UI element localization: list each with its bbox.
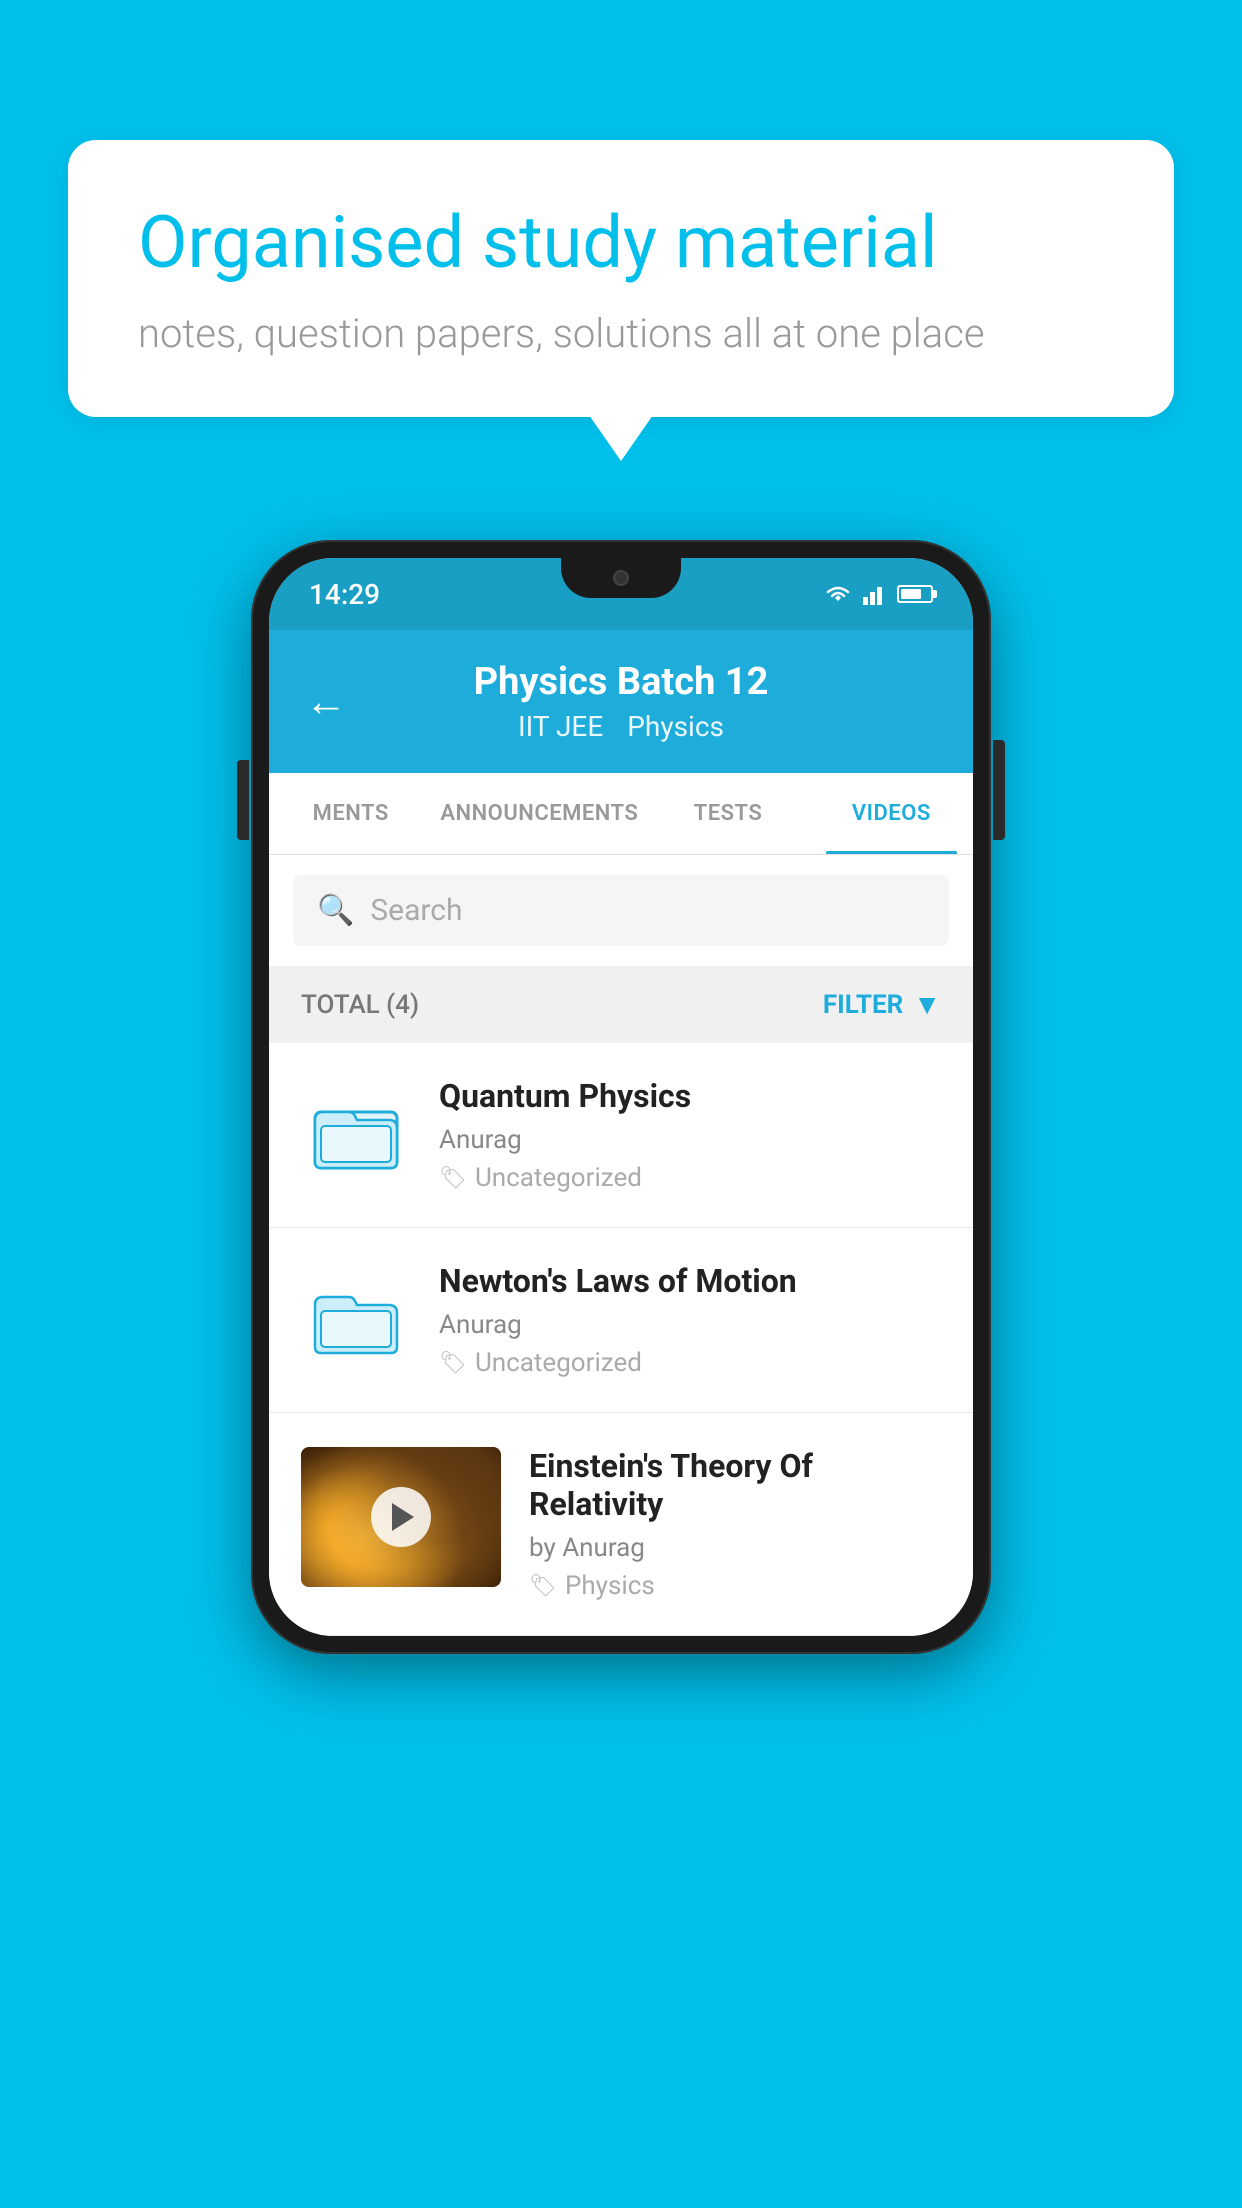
video-info-einstein: Einstein's Theory Of Relativity by Anura… — [529, 1447, 941, 1601]
video-title-einstein: Einstein's Theory Of Relativity — [529, 1447, 941, 1523]
tag-label-quantum: Uncategorized — [475, 1163, 642, 1193]
folder-icon-2 — [313, 1274, 399, 1360]
tag-label-einstein: Physics — [565, 1571, 655, 1601]
video-tag-newton: 🏷 Uncategorized — [439, 1348, 941, 1378]
tab-announcements[interactable]: ANNOUNCEMENTS — [432, 773, 646, 854]
phone-device: 14:29 — [251, 540, 991, 1654]
video-author-quantum: Anurag — [439, 1125, 941, 1155]
video-title-quantum: Quantum Physics — [439, 1077, 941, 1115]
wifi-icon — [823, 583, 853, 605]
battery-fill — [901, 589, 921, 599]
video-title-newton: Newton's Laws of Motion — [439, 1262, 941, 1300]
filter-icon: ▼ — [913, 988, 941, 1021]
video-item-einstein[interactable]: Einstein's Theory Of Relativity by Anura… — [269, 1413, 973, 1636]
video-item-newton[interactable]: Newton's Laws of Motion Anurag 🏷 Uncateg… — [269, 1228, 973, 1413]
tag-icon-3: 🏷 — [529, 1574, 557, 1599]
notch — [561, 558, 681, 598]
folder-thumbnail-newton — [301, 1262, 411, 1372]
status-icons — [823, 583, 933, 605]
status-bar: 14:29 — [269, 558, 973, 630]
tab-tests[interactable]: TESTS — [646, 773, 809, 854]
play-triangle — [392, 1503, 414, 1531]
batch-title: Physics Batch 12 — [474, 660, 769, 704]
speech-bubble-wrapper: Organised study material notes, question… — [68, 140, 1174, 461]
video-info-quantum: Quantum Physics Anurag 🏷 Uncategorized — [439, 1077, 941, 1193]
subject-physics: Physics — [627, 710, 724, 743]
signal-icon — [863, 583, 887, 605]
filter-bar: TOTAL (4) FILTER ▼ — [269, 966, 973, 1043]
tabs-bar: MENTS ANNOUNCEMENTS TESTS VIDEOS — [269, 773, 973, 855]
status-time: 14:29 — [309, 578, 380, 611]
back-button[interactable]: ← — [305, 677, 347, 726]
video-list: Quantum Physics Anurag 🏷 Uncategorized — [269, 1043, 973, 1636]
speech-bubble-arrow — [589, 415, 653, 461]
search-placeholder: Search — [370, 893, 462, 928]
battery-icon — [897, 585, 933, 603]
play-button-einstein[interactable] — [371, 1487, 431, 1547]
speech-bubble: Organised study material notes, question… — [68, 140, 1174, 417]
phone-frame: 14:29 — [251, 540, 991, 1654]
speech-bubble-title: Organised study material — [138, 200, 1104, 286]
video-author-einstein: by Anurag — [529, 1533, 941, 1563]
tag-label-newton: Uncategorized — [475, 1348, 642, 1378]
folder-thumbnail-quantum — [301, 1077, 411, 1187]
tab-videos[interactable]: VIDEOS — [810, 773, 973, 854]
tag-icon-2: 🏷 — [439, 1351, 467, 1376]
filter-button[interactable]: FILTER ▼ — [823, 988, 941, 1021]
video-tag-quantum: 🏷 Uncategorized — [439, 1163, 941, 1193]
total-count: TOTAL (4) — [301, 990, 419, 1020]
video-tag-einstein: 🏷 Physics — [529, 1571, 941, 1601]
video-info-newton: Newton's Laws of Motion Anurag 🏷 Uncateg… — [439, 1262, 941, 1378]
search-field[interactable]: 🔍 Search — [293, 875, 949, 946]
video-author-newton: Anurag — [439, 1310, 941, 1340]
subject-iitjee: IIT JEE — [518, 710, 603, 743]
tab-ments[interactable]: MENTS — [269, 773, 432, 854]
speech-bubble-subtitle: notes, question papers, solutions all at… — [138, 310, 1104, 357]
tag-icon: 🏷 — [439, 1166, 467, 1191]
video-thumbnail-einstein — [301, 1447, 501, 1587]
search-icon: 🔍 — [317, 893, 354, 928]
filter-label: FILTER — [823, 990, 903, 1020]
search-container: 🔍 Search — [269, 855, 973, 966]
app-header: ← Physics Batch 12 IIT JEE Physics — [269, 630, 973, 773]
batch-subtitle: IIT JEE Physics — [518, 710, 724, 743]
camera — [613, 570, 629, 586]
folder-icon — [313, 1089, 399, 1175]
phone-screen: 14:29 — [269, 558, 973, 1636]
video-item-quantum[interactable]: Quantum Physics Anurag 🏷 Uncategorized — [269, 1043, 973, 1228]
